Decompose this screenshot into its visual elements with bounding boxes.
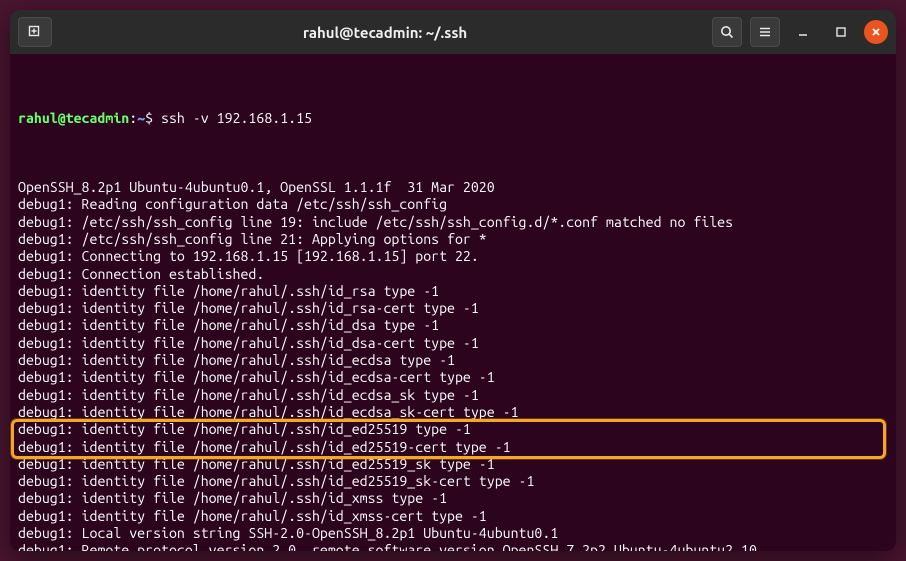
- window-title: rahul@tecadmin: ~/.ssh: [58, 24, 712, 41]
- search-icon: [719, 24, 735, 40]
- output-line: debug1: identity file /home/rahul/.ssh/i…: [18, 490, 888, 507]
- maximize-icon: [834, 25, 848, 39]
- prompt-path: ~: [137, 110, 145, 126]
- close-icon: [870, 26, 882, 38]
- output-line: debug1: identity file /home/rahul/.ssh/i…: [18, 473, 888, 490]
- new-tab-icon: [27, 24, 43, 40]
- output-line: debug1: Remote protocol version 2.0, rem…: [18, 542, 888, 551]
- prompt-colon: :: [129, 110, 137, 126]
- new-tab-button[interactable]: [18, 17, 52, 47]
- output-line: debug1: identity file /home/rahul/.ssh/i…: [18, 317, 888, 334]
- output-line: debug1: identity file /home/rahul/.ssh/i…: [18, 352, 888, 369]
- terminal-window: rahul@tecadmin: ~/.ssh: [10, 10, 896, 551]
- output-line: debug1: /etc/ssh/ssh_config line 19: inc…: [18, 214, 888, 231]
- maximize-button[interactable]: [826, 17, 856, 47]
- prompt-user-host: rahul@tecadmin: [18, 110, 129, 126]
- prompt-dollar: $: [145, 110, 161, 126]
- menu-button[interactable]: [750, 17, 780, 47]
- output-line: debug1: /etc/ssh/ssh_config line 21: App…: [18, 231, 888, 248]
- highlight-annotation: [11, 419, 886, 459]
- output-line: debug1: identity file /home/rahul/.ssh/i…: [18, 369, 888, 386]
- output-line: debug1: Reading configuration data /etc/…: [18, 196, 888, 213]
- titlebar-right: [712, 17, 888, 47]
- output-line: debug1: identity file /home/rahul/.ssh/i…: [18, 508, 888, 525]
- titlebar: rahul@tecadmin: ~/.ssh: [10, 10, 896, 54]
- prompt-line: rahul@tecadmin:~$ ssh -v 192.168.1.15: [18, 110, 888, 127]
- output-line: debug1: identity file /home/rahul/.ssh/i…: [18, 387, 888, 404]
- search-button[interactable]: [712, 17, 742, 47]
- close-button[interactable]: [864, 20, 888, 44]
- output-line: debug1: identity file /home/rahul/.ssh/i…: [18, 283, 888, 300]
- minimize-button[interactable]: [788, 17, 818, 47]
- terminal-viewport[interactable]: rahul@tecadmin:~$ ssh -v 192.168.1.15 Op…: [10, 54, 896, 551]
- output-line: debug1: identity file /home/rahul/.ssh/i…: [18, 335, 888, 352]
- minimize-icon: [796, 25, 810, 39]
- typed-command: ssh -v 192.168.1.15: [161, 110, 312, 126]
- output-line: debug1: Connecting to 192.168.1.15 [192.…: [18, 248, 888, 265]
- hamburger-icon: [757, 24, 773, 40]
- output-line: OpenSSH_8.2p1 Ubuntu-4ubuntu0.1, OpenSSL…: [18, 179, 888, 196]
- output-line: debug1: Connection established.: [18, 266, 888, 283]
- output-line: debug1: Local version string SSH-2.0-Ope…: [18, 525, 888, 542]
- output-line: debug1: identity file /home/rahul/.ssh/i…: [18, 300, 888, 317]
